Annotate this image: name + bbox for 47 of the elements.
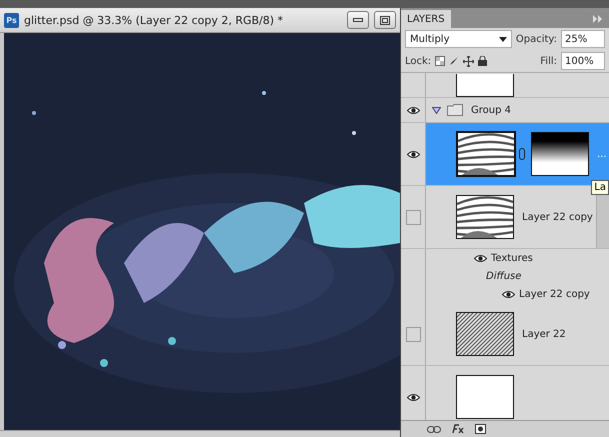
layer-thumbnail — [456, 74, 514, 97]
blend-mode-dropdown[interactable]: Multiply — [405, 30, 512, 48]
minimize-icon — [353, 18, 363, 22]
eye-icon — [406, 150, 420, 158]
link-icon[interactable] — [427, 426, 441, 432]
layers-tab[interactable]: LAYERS — [401, 10, 451, 28]
document-title: glitter.psd @ 33.3% (Layer 22 copy 2, RGB/8) * — [24, 14, 284, 26]
layer-name: Layer 22 — [522, 328, 566, 340]
eye-icon — [406, 106, 420, 114]
eye-icon — [406, 392, 420, 402]
effect-visibility-toggle[interactable] — [502, 290, 515, 298]
effect-name: Textures — [491, 252, 533, 264]
layer-thumbnail — [456, 131, 516, 177]
visibility-toggle[interactable] — [401, 123, 426, 185]
filter-name: Diffuse — [486, 270, 522, 282]
chain-link-icon[interactable] — [519, 148, 525, 160]
layer-thumbnail — [456, 195, 514, 239]
mask-thumbnail — [531, 132, 589, 176]
opacity-field[interactable]: 25% — [561, 30, 605, 48]
layer-thumbnail — [456, 312, 514, 356]
move-icon[interactable] — [463, 56, 474, 66]
layer-name: Layer 22 copy — [522, 212, 593, 222]
layer-name: ... — [597, 148, 607, 160]
eye-icon — [474, 254, 487, 262]
fill-field[interactable]: 100% — [561, 52, 605, 70]
restore-button[interactable] — [374, 11, 396, 29]
lock-label: Lock: — [405, 56, 432, 66]
minimize-button[interactable] — [347, 11, 369, 29]
folder-icon — [447, 104, 463, 116]
expand-triangle-icon[interactable] — [432, 106, 441, 114]
effects-icon[interactable] — [451, 424, 465, 434]
fill-label: Fill: — [540, 56, 557, 66]
eye-icon — [502, 290, 515, 298]
layer-row[interactable]: Layer 22 — [401, 303, 609, 366]
layer-name: Group 4 — [471, 104, 511, 116]
effect-visibility-toggle[interactable] — [474, 254, 487, 262]
effect-layer-name: Layer 22 copy — [519, 288, 590, 300]
opacity-label: Opacity: — [516, 34, 557, 44]
checkerboard-icon[interactable] — [435, 56, 446, 66]
app-logo: Ps — [4, 12, 19, 28]
restore-icon — [380, 16, 390, 24]
brush-icon[interactable] — [449, 56, 460, 66]
caret-icon — [498, 36, 507, 42]
mask-icon[interactable] — [475, 424, 486, 434]
layer-thumbnail — [456, 375, 514, 419]
tooltip: La — [591, 180, 609, 195]
lock-icon[interactable] — [478, 56, 488, 66]
